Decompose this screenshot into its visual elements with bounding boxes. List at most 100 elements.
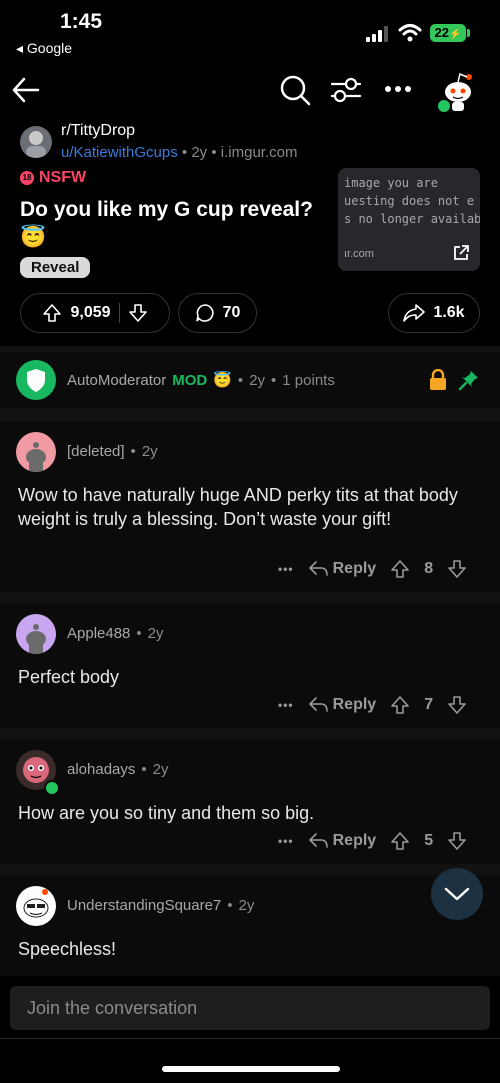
reply-label: Reply — [332, 696, 377, 713]
comment-author[interactable]: Apple488 — [67, 625, 130, 642]
comment-body: Speechless! — [18, 939, 117, 959]
share-arrow-icon — [403, 304, 426, 322]
back-arrow-icon[interactable] — [10, 74, 42, 106]
comment-author[interactable]: AutoModerator — [67, 372, 166, 389]
reply-label: Reply — [332, 832, 377, 849]
more-options-button[interactable]: ••• — [278, 698, 294, 712]
comment-author[interactable]: [deleted] — [67, 443, 125, 460]
reply-arrow-icon — [308, 833, 328, 848]
mod-badge: MOD — [172, 371, 208, 389]
vote-count: 7 — [424, 696, 434, 713]
section-divider — [0, 864, 500, 876]
downvote-icon[interactable] — [447, 831, 467, 851]
reply-label: Reply — [332, 560, 377, 577]
vote-bar: 9,059 — [20, 293, 170, 333]
upvote-icon[interactable] — [390, 831, 410, 851]
vote-count: 8 — [424, 560, 434, 577]
comment-count: 70 — [222, 304, 241, 321]
meta-separator: • — [227, 897, 233, 914]
subreddit-avatar[interactable] — [20, 126, 52, 158]
meta-separator: • — [136, 625, 142, 642]
downvote-icon[interactable] — [128, 303, 148, 323]
upvote-icon[interactable] — [390, 559, 410, 579]
external-link-icon — [454, 245, 469, 260]
more-options-icon[interactable] — [383, 84, 413, 94]
share-button[interactable]: 1.6k — [388, 293, 480, 333]
comment-avatar[interactable] — [16, 432, 56, 472]
top-nav-bar — [0, 60, 500, 120]
post-flair[interactable]: Reveal — [20, 257, 91, 278]
comment-points: 1 points — [282, 371, 335, 389]
subreddit-name[interactable]: r/TittyDrop — [61, 122, 135, 140]
upvote-icon[interactable] — [390, 695, 410, 715]
home-indicator[interactable] — [162, 1066, 340, 1072]
downvote-icon[interactable] — [447, 559, 467, 579]
comment-avatar[interactable] — [16, 886, 56, 926]
online-status-dot — [44, 780, 60, 796]
subreddit-icon — [26, 131, 46, 158]
status-bar: 1:45 ◂ Google 22⚡ — [0, 0, 500, 60]
more-options-button[interactable]: ••• — [278, 562, 294, 576]
pinned-comment[interactable]: AutoModerator MOD 😇 • 2y • 1 points — [0, 352, 500, 408]
reply-arrow-icon — [308, 697, 328, 712]
back-to-app-link[interactable]: ◂ Google — [16, 40, 72, 57]
battery-indicator: 22⚡ — [430, 24, 466, 42]
comment-actions: ••• Reply 7 — [278, 695, 467, 715]
share-count: 1.6k — [433, 304, 465, 321]
automod-avatar — [16, 360, 56, 400]
reply-arrow-icon — [308, 561, 328, 576]
comment-author[interactable]: UnderstandingSquare7 — [67, 897, 221, 914]
comment-meta: Apple488 • 2y — [67, 625, 164, 642]
reply-button[interactable]: Reply — [308, 832, 377, 850]
comment-age: 2y — [147, 625, 164, 642]
clock: 1:45 — [60, 10, 103, 33]
downvote-icon[interactable] — [447, 695, 467, 715]
comment-age: 2y — [152, 761, 169, 778]
section-divider — [0, 408, 500, 422]
wifi-icon — [398, 24, 422, 42]
comment-author[interactable]: alohadays — [67, 761, 135, 778]
automod-meta: AutoModerator MOD 😇 • 2y • 1 points — [67, 371, 335, 390]
comment-avatar[interactable] — [16, 614, 56, 654]
vote-count: 5 — [424, 832, 434, 849]
post-thumbnail[interactable]: image you are uesting does not e s no lo… — [338, 168, 480, 271]
nsfw-18-icon: 18 — [20, 171, 34, 185]
nsfw-label: NSFW — [39, 169, 87, 186]
pin-icon — [458, 371, 478, 391]
mod-emoji-icon: 😇 — [213, 372, 232, 389]
battery-cap — [467, 29, 470, 37]
more-options-button[interactable]: ••• — [278, 834, 294, 848]
post-domain[interactable]: i.imgur.com — [221, 144, 298, 161]
section-divider — [0, 592, 500, 604]
vote-divider — [118, 303, 120, 323]
meta-separator: • — [141, 761, 147, 778]
comment-card: Apple488 • 2y Perfect body ••• Reply 7 — [0, 604, 500, 728]
reply-button[interactable]: Reply — [308, 696, 377, 714]
cellular-signal-icon — [366, 26, 388, 42]
comment-actions: ••• Reply 5 — [278, 831, 467, 851]
comment-card: UnderstandingSquare7 • 2y Speechless! — [0, 876, 500, 976]
sort-filter-icon[interactable] — [330, 75, 362, 105]
thumbnail-domain: ır.com — [344, 248, 374, 260]
comment-card: alohadays • 2y How are you so tiny and t… — [0, 740, 500, 864]
shield-icon — [27, 369, 45, 392]
comment-composer-input[interactable]: Join the conversation — [10, 986, 490, 1030]
online-status-dot — [436, 98, 452, 114]
post-author[interactable]: u/KatiewithGcups — [61, 144, 178, 161]
search-icon[interactable] — [278, 73, 312, 107]
comment-age: 2y — [238, 897, 255, 914]
snoo-avatar-icon — [26, 442, 46, 472]
comments-button[interactable]: 70 — [178, 293, 257, 333]
upvote-icon[interactable] — [42, 303, 62, 323]
comment-body: Perfect body — [18, 667, 120, 687]
post-age: 2y — [191, 144, 208, 161]
lock-icon — [430, 369, 446, 390]
scroll-to-next-button[interactable] — [431, 868, 483, 920]
reply-button[interactable]: Reply — [308, 560, 377, 578]
comment-age: 2y — [249, 371, 266, 389]
post-title[interactable]: Do you like my G cup reveal? 😇 — [20, 196, 320, 252]
meta-separator: • — [237, 371, 244, 389]
snoo-avatar-icon — [23, 889, 49, 918]
post-meta: u/KatiewithGcups • 2y • i.imgur.com — [61, 144, 297, 161]
comment-body: How are you so tiny and them so big. — [18, 803, 315, 823]
